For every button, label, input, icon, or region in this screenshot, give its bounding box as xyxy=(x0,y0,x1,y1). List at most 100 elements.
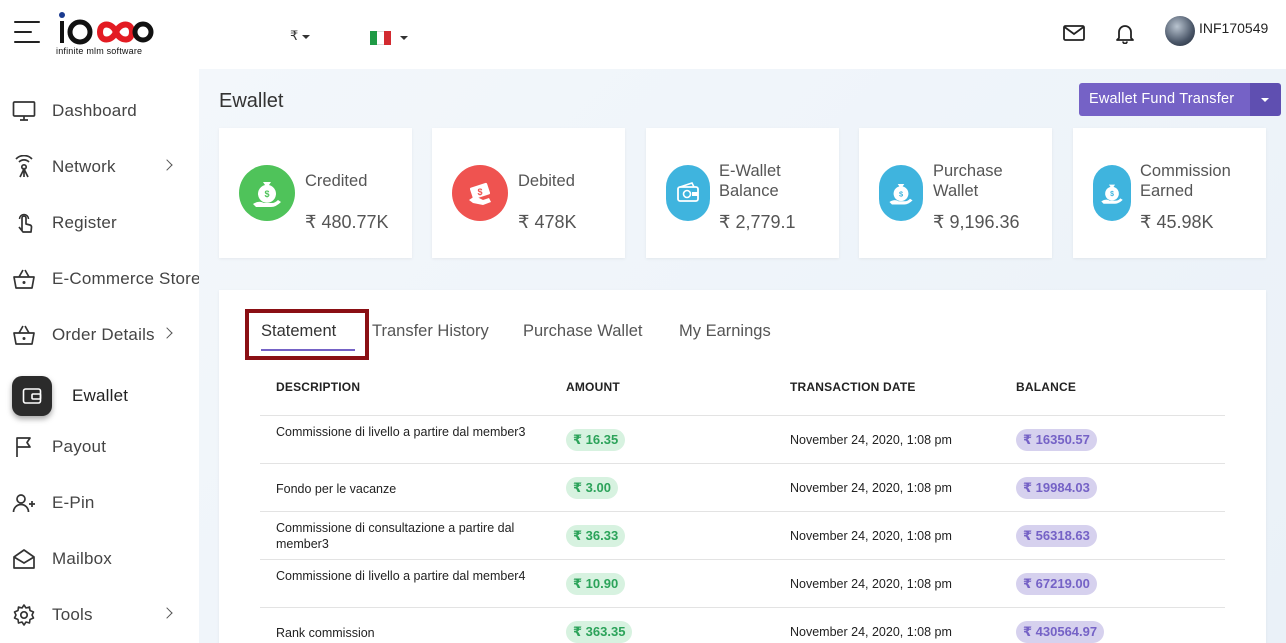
user-plus-icon xyxy=(12,491,36,515)
sidebar-item-network[interactable]: Network xyxy=(0,147,199,187)
touch-icon xyxy=(12,211,36,235)
row-date: November 24, 2020, 1:08 pm xyxy=(790,529,952,543)
balance-badge: ₹ 56318.63 xyxy=(1016,525,1097,547)
amount-badge: ₹ 3.00 xyxy=(566,477,618,499)
tab-my-earnings[interactable]: My Earnings xyxy=(679,322,771,341)
envelope-icon xyxy=(12,547,36,571)
sidebar-item-label: Mailbox xyxy=(52,549,112,568)
sidebar-item-payout[interactable]: Payout xyxy=(0,427,199,467)
svg-text:$: $ xyxy=(1110,191,1114,198)
menu-toggle-icon[interactable] xyxy=(14,21,40,43)
language-flag-icon[interactable] xyxy=(370,31,391,45)
stat-card-commission-earned: $ Commission Earned ₹ 45.98K xyxy=(1073,128,1266,258)
row-description: Commissione di livello a partire dal mem… xyxy=(276,425,526,439)
sidebar-item-mailbox[interactable]: Mailbox xyxy=(0,539,199,579)
svg-text:$: $ xyxy=(264,189,269,199)
balance-badge: ₹ 19984.03 xyxy=(1016,477,1097,499)
logo-tagline: infinite mlm software xyxy=(56,46,143,56)
fund-transfer-dropdown-button[interactable] xyxy=(1250,83,1281,116)
sidebar: Dashboard Network Register E-Commerce St… xyxy=(0,69,199,643)
sidebar-item-order-details[interactable]: Order Details xyxy=(0,315,199,355)
row-date: November 24, 2020, 1:08 pm xyxy=(790,481,952,495)
row-description: Rank commission xyxy=(276,626,375,640)
tab-active-indicator xyxy=(261,349,355,351)
row-date: November 24, 2020, 1:08 pm xyxy=(790,577,952,591)
amount-badge: ₹ 16.35 xyxy=(566,429,626,451)
ewallet-fund-transfer-button[interactable]: Ewallet Fund Transfer xyxy=(1079,83,1251,116)
balance-badge: ₹ 67219.00 xyxy=(1016,573,1097,595)
stat-card-debited: $ Debited ₹ 478K xyxy=(432,128,625,258)
logo-mark xyxy=(59,12,154,45)
amount-badge: ₹ 36.33 xyxy=(566,525,626,547)
sidebar-item-label: Order Details xyxy=(52,325,155,344)
row-description: Commissione di consultazione a partire d… xyxy=(276,521,515,551)
chevron-down-icon xyxy=(1261,98,1269,102)
bell-icon[interactable] xyxy=(1114,22,1136,44)
amount-badge: ₹ 363.35 xyxy=(566,621,633,643)
tab-purchase-wallet[interactable]: Purchase Wallet xyxy=(523,322,643,341)
statement-panel: Statement Transfer History Purchase Wall… xyxy=(219,290,1266,643)
avatar[interactable] xyxy=(1165,16,1195,46)
sidebar-item-label: E-Pin xyxy=(52,493,95,512)
top-bar: infinite mlm software ₹ INF170549 xyxy=(0,0,1286,69)
row-description: Commissione di livello a partire dal mem… xyxy=(276,569,526,583)
tab-transfer-history[interactable]: Transfer History xyxy=(372,322,489,341)
amount-badge: ₹ 10.90 xyxy=(566,573,626,595)
sidebar-item-label: Ewallet xyxy=(72,386,129,405)
balance-badge: ₹ 430564.97 xyxy=(1016,621,1105,643)
sidebar-item-label: E-Commerce Store xyxy=(52,269,199,288)
column-header-transaction-date: TRANSACTION DATE xyxy=(790,380,916,394)
currency-selector[interactable]: ₹ xyxy=(290,28,311,44)
stat-label: Debited xyxy=(518,172,575,190)
row-divider xyxy=(260,511,1225,512)
sidebar-item-tools[interactable]: Tools xyxy=(0,595,199,635)
stat-card-purchase-wallet: $ Purchase Wallet ₹ 9,196.36 xyxy=(859,128,1052,258)
row-date: November 24, 2020, 1:08 pm xyxy=(790,433,952,447)
row-divider xyxy=(260,463,1225,464)
stat-value: ₹ 9,196.36 xyxy=(933,212,1020,232)
svg-text:$: $ xyxy=(477,187,482,197)
currency-symbol: ₹ xyxy=(290,28,299,43)
sidebar-item-label: Tools xyxy=(52,605,93,624)
column-header-description: DESCRIPTION xyxy=(276,380,361,394)
sidebar-item-label: Network xyxy=(52,157,116,176)
flag-icon xyxy=(12,435,36,459)
row-description: Fondo per le vacanze xyxy=(276,482,397,496)
chevron-right-icon xyxy=(161,159,173,171)
sidebar-item-epin[interactable]: E-Pin xyxy=(0,483,199,523)
sidebar-item-label: Register xyxy=(52,213,117,232)
gear-icon xyxy=(12,603,36,627)
logo[interactable]: infinite mlm software xyxy=(56,8,156,60)
stat-value: ₹ 45.98K xyxy=(1140,212,1214,232)
sidebar-item-label: Dashboard xyxy=(52,101,137,120)
basket-icon xyxy=(12,267,36,291)
chevron-right-icon xyxy=(161,327,173,339)
page-title: Ewallet xyxy=(219,90,284,112)
stat-value: ₹ 478K xyxy=(518,212,577,232)
sidebar-item-ewallet[interactable]: Ewallet xyxy=(0,376,199,416)
sidebar-item-ecommerce-store[interactable]: E-Commerce Store xyxy=(0,259,199,299)
stat-label: Purchase Wallet xyxy=(933,162,1003,200)
monitor-icon xyxy=(12,99,36,123)
chevron-down-icon[interactable] xyxy=(400,36,408,40)
money-out-icon: $ xyxy=(452,165,508,221)
money-bag-hand-icon: $ xyxy=(879,165,923,221)
tab-statement[interactable]: Statement xyxy=(261,322,336,341)
money-bag-hand-icon: $ xyxy=(1093,165,1131,221)
stat-value: ₹ 480.77K xyxy=(305,212,389,232)
stat-value: ₹ 2,779.1 xyxy=(719,212,796,232)
row-divider xyxy=(260,607,1225,608)
chevron-down-icon xyxy=(302,34,311,39)
username[interactable]: INF170549 xyxy=(1199,20,1268,36)
mail-icon[interactable] xyxy=(1062,23,1086,43)
wallet-icon xyxy=(12,376,52,416)
stat-label: Credited xyxy=(305,172,368,190)
money-bag-hand-icon: $ xyxy=(239,165,295,221)
stat-card-credited: $ Credited ₹ 480.77K xyxy=(219,128,412,258)
sidebar-item-dashboard[interactable]: Dashboard xyxy=(0,91,199,131)
row-divider xyxy=(260,415,1225,416)
row-date: November 24, 2020, 1:08 pm xyxy=(790,625,952,639)
sidebar-item-register[interactable]: Register xyxy=(0,203,199,243)
stat-card-ewallet-balance: E-Wallet Balance ₹ 2,779.1 xyxy=(646,128,839,258)
sidebar-item-label: Payout xyxy=(52,437,107,456)
